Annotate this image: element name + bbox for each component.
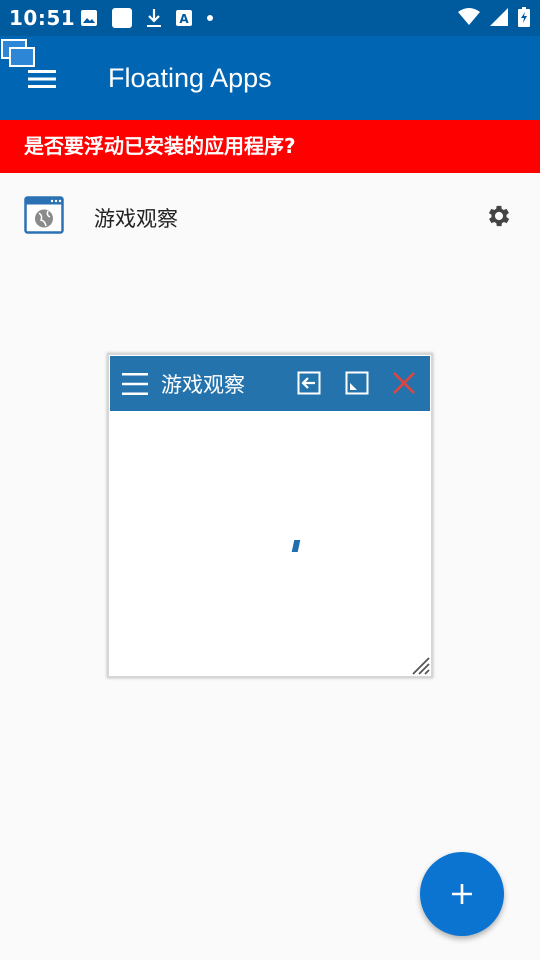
add-button[interactable]	[420, 852, 504, 936]
status-icons-right	[458, 7, 530, 27]
text-a-icon: A	[176, 10, 192, 26]
gear-icon[interactable]	[485, 202, 513, 230]
minimize-icon[interactable]	[345, 371, 369, 395]
back-arrow-icon[interactable]	[297, 371, 321, 395]
list-item[interactable]: 游戏观察	[0, 173, 540, 257]
loading-spinner	[291, 540, 301, 552]
download-icon	[147, 9, 161, 27]
blank-square-icon	[112, 8, 132, 28]
floating-window[interactable]: 游戏观察	[107, 353, 433, 678]
app-title: Floating Apps	[108, 63, 272, 93]
floating-window-title: 游戏观察	[161, 373, 245, 397]
status-bar: 10:51 A	[0, 0, 540, 36]
resize-handle-icon[interactable]	[410, 655, 430, 675]
close-icon[interactable]	[392, 371, 416, 395]
dot-icon	[207, 15, 213, 21]
list-item-label: 游戏观察	[94, 207, 178, 231]
float-installed-apps-banner[interactable]: 是否要浮动已安装的应用程序?	[0, 120, 540, 173]
floating-window-titlebar[interactable]: 游戏观察	[110, 356, 430, 411]
wifi-icon	[458, 8, 480, 25]
battery-charging-icon	[518, 7, 530, 27]
status-icons-left: A	[80, 7, 214, 29]
floating-windows-badge-icon	[1, 39, 35, 67]
hamburger-menu-icon[interactable]	[28, 70, 56, 88]
plus-icon	[452, 884, 472, 904]
browser-globe-icon	[24, 196, 64, 234]
floating-window-menu-icon[interactable]	[122, 372, 148, 396]
status-time: 10:51	[9, 6, 76, 30]
svg-text:A: A	[179, 12, 189, 26]
image-icon	[81, 10, 97, 26]
signal-icon	[490, 8, 508, 26]
